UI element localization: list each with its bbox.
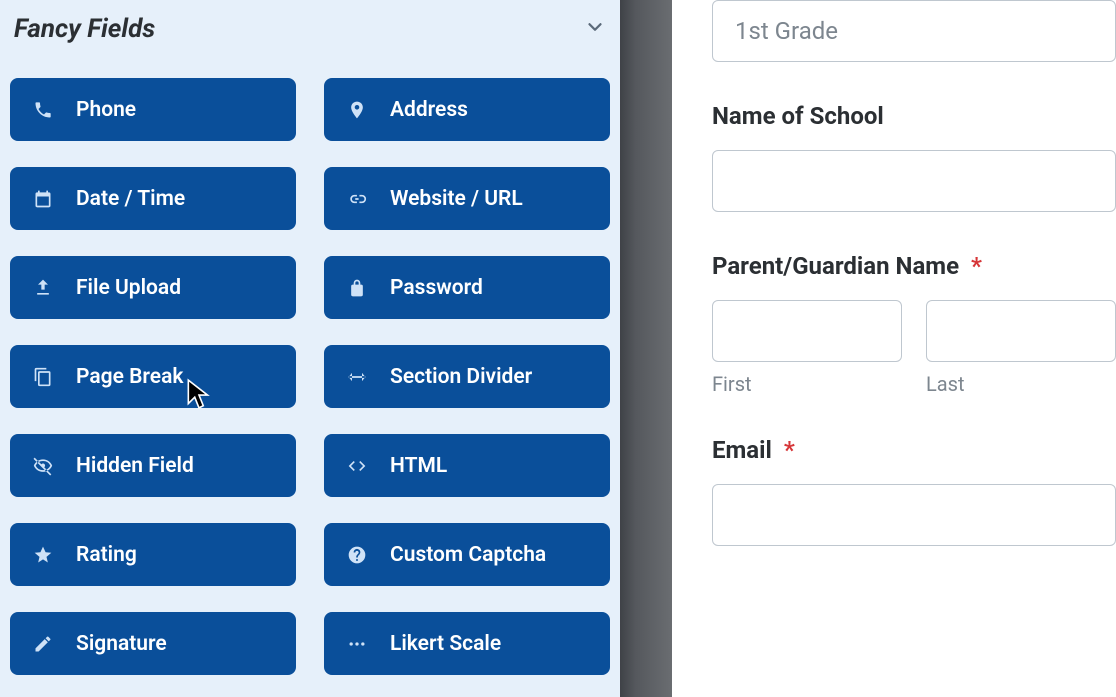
chevron-down-icon	[584, 16, 606, 43]
required-indicator: *	[971, 252, 982, 280]
field-button-html[interactable]: HTML	[324, 434, 610, 497]
field-button-hidden-field[interactable]: Hidden Field	[10, 434, 296, 497]
field-button-section-divider[interactable]: Section Divider	[324, 345, 610, 408]
parent-label-text: Parent/Guardian Name	[712, 252, 959, 280]
field-button-label: Rating	[76, 543, 137, 567]
parent-first-sublabel: First	[712, 372, 902, 396]
star-icon	[32, 545, 54, 565]
parent-first-input[interactable]	[712, 300, 902, 362]
field-button-signature[interactable]: Signature	[10, 612, 296, 675]
grade-select[interactable]: 1st Grade	[712, 0, 1116, 62]
school-input[interactable]	[712, 150, 1116, 212]
eyeoff-icon	[32, 456, 54, 476]
calendar-icon	[32, 189, 54, 209]
field-button-page-break[interactable]: Page Break	[10, 345, 296, 408]
field-button-label: Website / URL	[390, 187, 523, 211]
copy-icon	[32, 367, 54, 387]
field-button-label: Password	[390, 276, 483, 300]
field-button-file-upload[interactable]: File Upload	[10, 256, 296, 319]
sidebar-section-header[interactable]: Fancy Fields	[6, 0, 614, 52]
field-button-label: Phone	[76, 98, 136, 122]
parent-label: Parent/Guardian Name *	[712, 252, 1116, 280]
field-button-rating[interactable]: Rating	[10, 523, 296, 586]
field-button-label: Date / Time	[76, 187, 185, 211]
help-icon	[346, 545, 368, 565]
field-button-password[interactable]: Password	[324, 256, 610, 319]
field-button-phone[interactable]: Phone	[10, 78, 296, 141]
field-button-label: HTML	[390, 454, 447, 478]
parent-last-sublabel: Last	[926, 372, 1116, 396]
phone-icon	[32, 100, 54, 120]
link-icon	[346, 189, 368, 209]
upload-icon	[32, 278, 54, 298]
field-button-label: Section Divider	[390, 365, 532, 389]
pencil-icon	[32, 634, 54, 654]
required-indicator: *	[784, 436, 795, 464]
divider-gap	[620, 0, 672, 697]
field-button-custom-captcha[interactable]: Custom Captcha	[324, 523, 610, 586]
field-button-label: Address	[390, 98, 468, 122]
field-button-website-url[interactable]: Website / URL	[324, 167, 610, 230]
divider-icon	[346, 367, 368, 387]
parent-last-input[interactable]	[926, 300, 1116, 362]
dots-icon	[346, 634, 368, 654]
pin-icon	[346, 100, 368, 120]
field-button-label: Likert Scale	[390, 632, 501, 656]
form-preview: 1st Grade Name of School Parent/Guardian…	[672, 0, 1116, 697]
email-label: Email *	[712, 436, 1116, 464]
sidebar-title: Fancy Fields	[14, 14, 155, 44]
field-button-label: Hidden Field	[76, 454, 194, 478]
school-label: Name of School	[712, 102, 1116, 130]
field-button-label: File Upload	[76, 276, 181, 300]
lock-icon	[346, 278, 368, 298]
fields-sidebar: Fancy Fields Phone Address Date / Time Webs…	[0, 0, 620, 697]
code-icon	[346, 456, 368, 476]
field-button-label: Page Break	[76, 365, 183, 389]
email-label-text: Email	[712, 436, 772, 464]
field-button-date-time[interactable]: Date / Time	[10, 167, 296, 230]
field-button-likert-scale[interactable]: Likert Scale	[324, 612, 610, 675]
field-button-label: Custom Captcha	[390, 543, 546, 567]
field-button-address[interactable]: Address	[324, 78, 610, 141]
email-input[interactable]	[712, 484, 1116, 546]
field-button-label: Signature	[76, 632, 167, 656]
grade-select-value: 1st Grade	[735, 17, 838, 45]
